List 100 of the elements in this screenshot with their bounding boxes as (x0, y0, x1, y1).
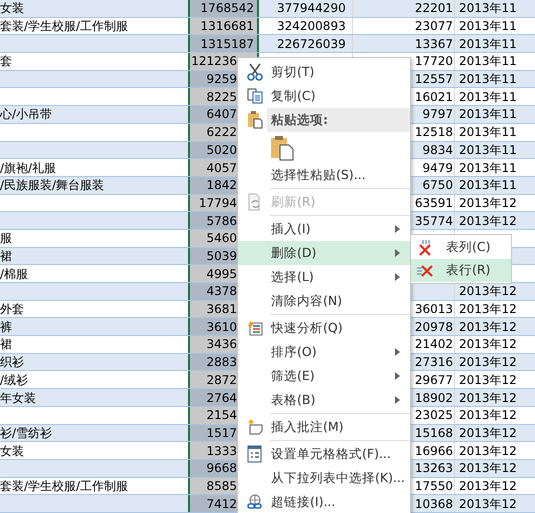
table-cell: 22201 (414, 0, 453, 16)
table-cell: 23077 (414, 18, 453, 34)
table-cell: 20978 (414, 318, 453, 335)
menu-item[interactable]: 表行(R) (411, 259, 511, 282)
table-cell: 2013年12 (459, 372, 517, 388)
table-cell: 21402 (414, 336, 453, 352)
table-cell: 12518 (414, 124, 453, 140)
menu-item[interactable]: 插入批注(M) (238, 415, 410, 439)
table-cell: 年女装 (0, 390, 36, 406)
table-cell: 18902 (414, 390, 453, 406)
table-cell: 2013年11 (459, 71, 517, 88)
table-cell: 17794 (198, 194, 237, 211)
table-cell: 5460 (206, 230, 237, 246)
table-cell: 裙 (0, 248, 12, 264)
table-cell: 27316 (414, 354, 453, 370)
menu-item[interactable]: 排序(O) (238, 340, 410, 364)
menu-item[interactable]: 超链接(I)... (238, 490, 410, 513)
table-cell: 4057 (206, 160, 237, 176)
table-cell: 4995 (206, 266, 237, 282)
table-cell: 女装 (0, 442, 24, 459)
table-cell: 2013年12 (459, 301, 517, 318)
menu-item[interactable]: 复制(C) (238, 84, 410, 108)
table-cell: /绒衫 (0, 372, 28, 388)
table-cell: 10368 (414, 496, 453, 512)
table-cell: 心/小吊带 (0, 106, 52, 122)
table-cell: 套装/学生校服/工作制服 (0, 18, 128, 34)
menu-item[interactable]: 插入(I) (238, 217, 410, 241)
table-cell: 9479 (422, 160, 453, 176)
table-cell: 23025 (414, 407, 453, 424)
table-cell: 2013年11 (459, 36, 517, 52)
format-cells-icon (247, 445, 263, 463)
table-cell: 63591 (414, 194, 453, 211)
menu-item[interactable]: 表格(B) (238, 388, 410, 412)
submenu-arrow-icon (395, 396, 400, 404)
table-cell: 2013年12 (459, 478, 517, 494)
clipboard-icon (270, 134, 294, 160)
table-cell: 6407 (206, 106, 237, 122)
menu-item[interactable]: 筛选(E) (238, 364, 410, 388)
table-cell: 226726039 (277, 36, 346, 52)
table-cell: 5786 (206, 212, 237, 229)
table-cell: 35774 (414, 212, 453, 229)
table-cell: /民族服装/舞台服装 (0, 177, 104, 194)
table-cell: 16966 (414, 442, 453, 459)
table-cell: 2013年11 (459, 177, 517, 194)
table-cell: 12557 (414, 71, 453, 88)
menu-item[interactable]: 快速分析(Q) (238, 316, 410, 340)
menu-item[interactable]: 删除(D) (238, 241, 410, 265)
table-cell: 2013年12 (459, 336, 517, 352)
table-cell: 9668 (206, 460, 237, 476)
table-cell: 9834 (422, 142, 453, 158)
table-cell: 13263 (414, 460, 453, 476)
table-cell: 121236 (191, 53, 237, 70)
table-cell: 2013年12 (459, 407, 517, 424)
table-cell: 3436 (206, 336, 237, 352)
hyperlink-icon (247, 494, 263, 510)
table-cell: 36013 (414, 301, 453, 318)
table-cell: 377944290 (277, 0, 346, 16)
menu-item[interactable]: 选择性粘贴(S)... (238, 163, 410, 187)
menu-item[interactable]: 表列(C) (411, 236, 511, 259)
table-cell: 5039 (206, 248, 237, 264)
menu-item[interactable]: 剪切(T) (238, 60, 410, 84)
table-cell: /旗袍/礼服 (0, 160, 56, 176)
table-cell: 2013年12 (459, 194, 517, 211)
clipboard-icon (247, 111, 263, 129)
table-cell: 15168 (414, 424, 453, 441)
table-cell: 2013年12 (459, 460, 517, 476)
table-cell: 1768542 (200, 0, 254, 16)
table-cell: 29677 (414, 372, 453, 388)
table-cell: 2013年12 (459, 496, 517, 512)
copy-icon (247, 88, 263, 104)
table-cell: 1333 (206, 442, 237, 459)
menu-section-header: 粘贴选项: (267, 108, 410, 132)
submenu-arrow-icon (395, 225, 400, 233)
table-cell: 套装/学生校服/工作制服 (0, 478, 128, 494)
table-cell: 5020 (206, 142, 237, 158)
menu-item[interactable]: 从下拉列表中选择(K)... (238, 466, 410, 490)
table-cell: 6222 (206, 124, 237, 140)
table-cell: 3681 (206, 301, 237, 318)
table-cell: 2013年12 (459, 318, 517, 335)
table-cell: 9259 (206, 71, 237, 88)
table-cell: 衫/雪纺衫 (0, 424, 52, 441)
table-cell: 织衫 (0, 354, 24, 370)
table-cell: 裤 (0, 318, 12, 335)
table-cell: 女装 (0, 0, 24, 16)
table-cell: 1842 (206, 177, 237, 194)
menu-item[interactable]: 设置单元格格式(F)... (238, 442, 410, 466)
table-cell: 2013年12 (459, 283, 517, 300)
table-cell: 2013年11 (459, 160, 517, 176)
scissors-icon (247, 63, 263, 81)
submenu-arrow-icon (395, 273, 400, 281)
table-cell: 2013年12 (459, 442, 517, 459)
menu-item[interactable]: 清除内容(N) (238, 289, 410, 313)
table-cell: 9797 (422, 106, 453, 122)
paste-option-button[interactable] (269, 134, 295, 162)
table-cell: 2872 (206, 372, 237, 388)
menu-item[interactable]: 选择(L) (238, 265, 410, 289)
table-cell: 6750 (422, 177, 453, 194)
table-cell: 3610 (206, 318, 237, 335)
table-cell: 17720 (414, 53, 453, 70)
table-cell: 裙 (0, 336, 12, 352)
